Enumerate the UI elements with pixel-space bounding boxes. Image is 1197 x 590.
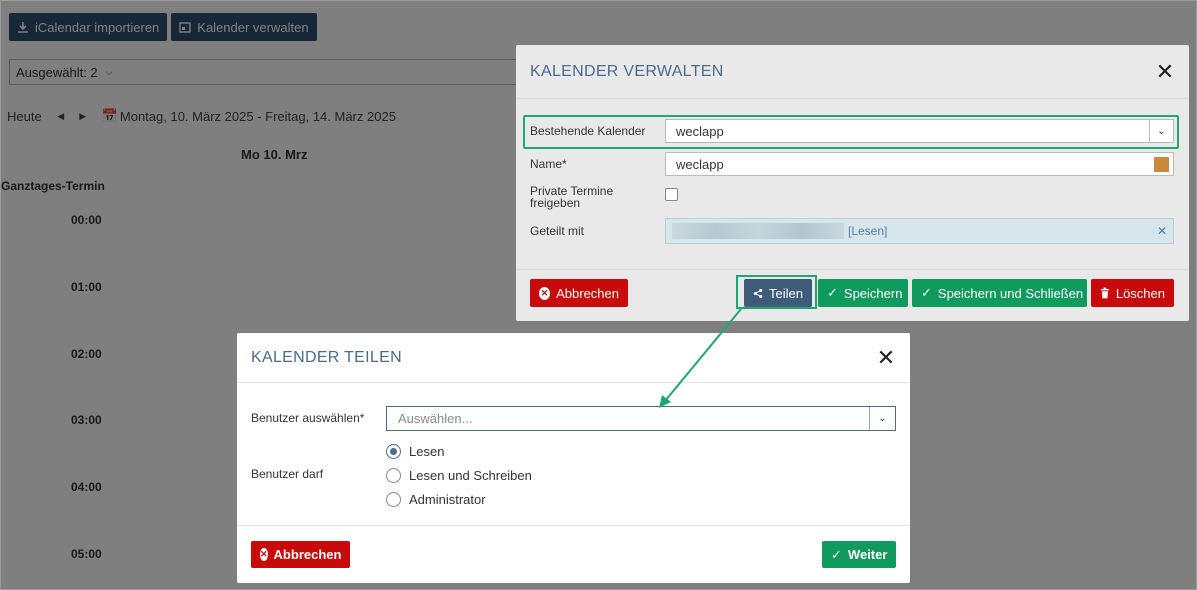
delete-label: Löschen [1115,285,1165,301]
name-label: Name* [530,157,567,171]
divider [237,525,910,526]
permission-label: Benutzer darf [251,467,324,481]
radio-button[interactable] [386,468,401,483]
save-button[interactable]: ✓ Speichern [818,279,908,307]
save-close-button[interactable]: ✓ Speichern und Schließen [912,279,1087,307]
cancel-circle-icon: ✕ [539,286,551,300]
check-icon: ✓ [827,285,838,300]
user-select-label: Benutzer auswählen* [251,411,365,425]
delete-button[interactable]: Löschen [1091,279,1174,307]
cancel-button[interactable]: ✕ Abbrechen [530,279,628,307]
divider [516,269,1189,270]
private-label: Private Termine freigeben [530,185,665,209]
option-label: Administrator [409,492,486,507]
app-frame: iCalendar importieren Kalender verwalten… [0,0,1197,590]
shared-label: Geteilt mit [530,224,585,238]
cancel-label: Abbrechen [556,285,619,301]
user-select-placeholder: Auswählen... [398,411,473,426]
next-button[interactable]: ✓ Weiter [822,541,896,568]
permission-option-read-write[interactable]: Lesen und Schreiben [386,468,532,483]
dialog-header: KALENDER VERWALTEN ✕ [516,45,1189,99]
save-close-label: Speichern und Schließen [937,285,1084,301]
save-label: Speichern [843,285,903,301]
trash-icon [1100,287,1109,299]
private-label-line2: freigeben [530,196,581,210]
close-icon[interactable]: ✕ [876,345,896,370]
shared-permission: [Lesen] [848,224,888,238]
option-label: Lesen und Schreiben [409,468,532,483]
dialog-title: KALENDER VERWALTEN [530,62,724,80]
share-cancel-button[interactable]: ✕ Abbrechen [251,541,350,568]
permission-option-admin[interactable]: Administrator [386,492,486,507]
name-row: Name* weclapp [530,152,1174,176]
highlight-existing-calendar [523,115,1179,149]
user-select[interactable]: Auswählen... ⌄ [386,406,896,431]
private-checkbox[interactable] [665,187,678,201]
dialog-header: KALENDER TEILEN ✕ [237,333,910,383]
check-icon: ✓ [921,285,932,300]
redacted-user [672,223,844,239]
shared-with-tag: [Lesen] ✕ [665,218,1174,244]
highlight-share-button [736,275,817,309]
share-calendar-dialog: KALENDER TEILEN ✕ Benutzer auswählen* Au… [237,333,910,583]
radio-button[interactable] [386,492,401,507]
dialog-title: KALENDER TEILEN [251,348,402,366]
name-field[interactable]: weclapp [665,152,1174,176]
shared-row: Geteilt mit [Lesen] ✕ [530,218,1174,244]
cancel-circle-icon: ✕ [260,548,268,561]
name-value: weclapp [676,156,724,172]
permission-option-read[interactable]: Lesen [386,444,444,459]
option-label: Lesen [409,444,445,459]
private-row: Private Termine freigeben [530,185,678,209]
radio-button[interactable] [386,444,401,459]
next-label: Weiter [847,547,888,562]
color-picker[interactable] [1154,157,1169,172]
check-icon: ✓ [831,546,842,562]
remove-icon[interactable]: ✕ [1157,224,1167,238]
close-icon[interactable]: ✕ [1155,59,1175,84]
chevron-down-icon[interactable]: ⌄ [869,407,895,430]
cancel-label: Abbrechen [273,547,342,562]
